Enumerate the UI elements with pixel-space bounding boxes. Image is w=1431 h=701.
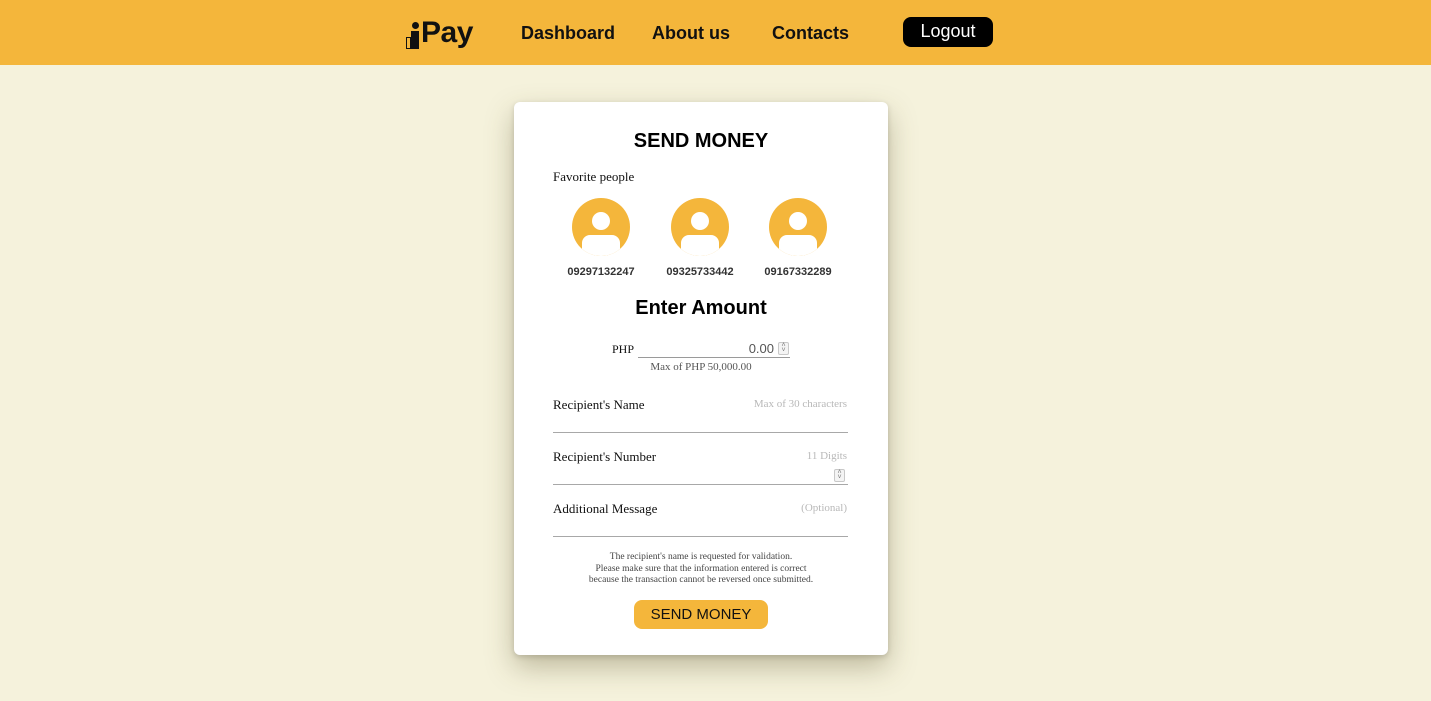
amount-max-hint: Max of PHP 50,000.00: [650, 361, 752, 373]
notice-line: because the transaction cannot be revers…: [588, 575, 814, 585]
recipient-number-label: Recipient's Number: [553, 449, 657, 464]
logout-button[interactable]: Logout: [903, 17, 993, 47]
recipient-number-underline: [553, 484, 848, 485]
ipay-logo[interactable]: Pay: [406, 14, 473, 50]
enter-amount-title: Enter Amount: [635, 297, 767, 319]
recipient-number-stepper-icon[interactable]: ˄ ˅: [834, 469, 845, 482]
nav-link-about-us[interactable]: About us: [652, 23, 730, 44]
recipient-name-label: Recipient's Name: [553, 397, 645, 412]
favorite-contact-2[interactable]: 09325733442: [660, 198, 740, 278]
send-money-button[interactable]: SEND MONEY: [634, 600, 768, 629]
user-avatar-icon: [769, 198, 827, 256]
nav-link-contacts[interactable]: Contacts: [772, 23, 849, 44]
recipient-name-underline: [553, 432, 848, 433]
validation-notice: The recipient's name is requested for va…: [514, 552, 888, 587]
additional-message-underline: [553, 536, 848, 537]
top-navbar: Pay Dashboard About us Contacts Logout: [0, 0, 1431, 65]
recipient-name-placeholder: Max of 30 characters: [753, 398, 847, 410]
additional-message-placeholder: (Optional): [801, 502, 847, 514]
amount-value: 0.00: [748, 341, 774, 356]
favorite-number: 09325733442: [666, 266, 734, 278]
ipay-logo-text: Pay: [421, 16, 473, 49]
additional-message-label: Additional Message: [553, 501, 658, 516]
ipay-logo-mark-icon: [406, 20, 420, 50]
user-avatar-icon: [572, 198, 630, 256]
notice-line: Please make sure that the information en…: [595, 563, 807, 574]
recipient-number-placeholder: 11 Digits: [806, 450, 847, 462]
favorite-contact-1[interactable]: 09297132247: [561, 198, 641, 278]
favorite-number: 09167332289: [764, 266, 832, 278]
user-avatar-icon: [671, 198, 729, 256]
favorite-contact-3[interactable]: 09167332289: [758, 198, 838, 278]
currency-label: PHP: [612, 342, 635, 356]
favorite-people-label: Favorite people: [553, 169, 635, 184]
nav-link-dashboard[interactable]: Dashboard: [521, 23, 615, 44]
send-money-card: SEND MONEY Favorite people 09297132247 0…: [514, 102, 888, 655]
amount-stepper-icon[interactable]: ˄ ˅: [778, 342, 789, 355]
amount-input[interactable]: 0.00 ˄ ˅: [638, 340, 790, 358]
send-money-title: SEND MONEY: [633, 130, 769, 152]
favorite-number: 09297132247: [567, 266, 635, 278]
notice-line: The recipient's name is requested for va…: [609, 552, 793, 562]
